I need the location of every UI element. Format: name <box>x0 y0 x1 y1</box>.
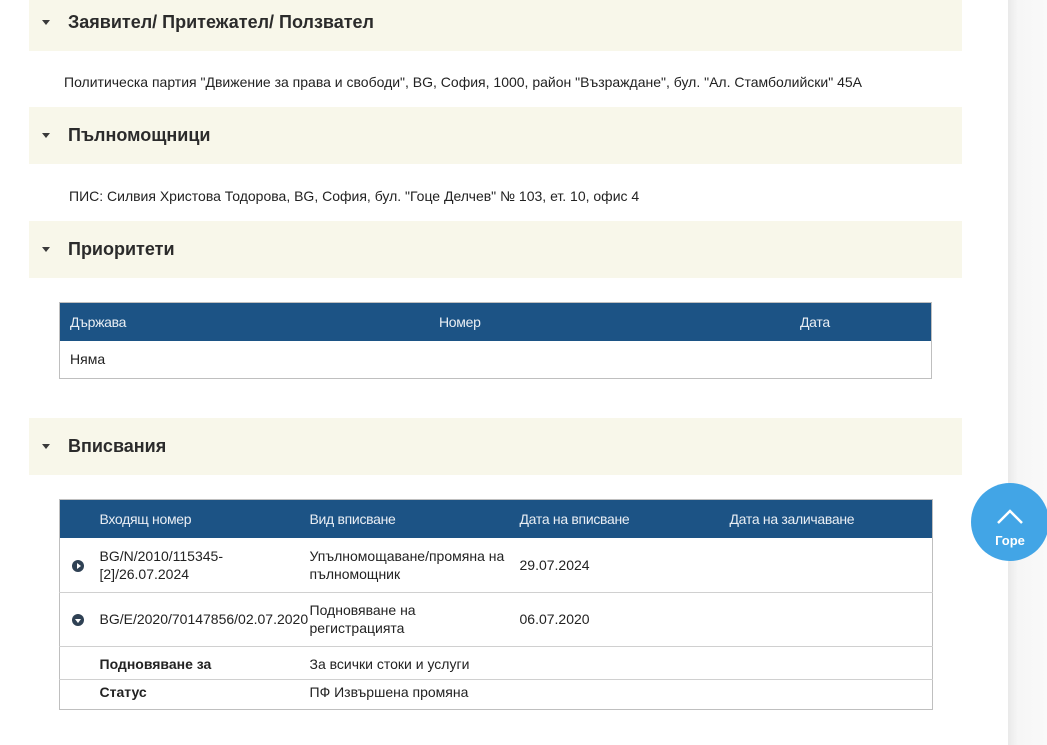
expand-toggle[interactable] <box>60 538 100 592</box>
entry-type-cell: Упълномощаване/промяна на пълномощник <box>310 538 520 592</box>
entry-date-cell: 29.07.2024 <box>519 556 590 573</box>
section-header-entries[interactable]: Вписвания <box>29 418 962 475</box>
section-title-applicant: Заявител/ Притежател/ Ползвател <box>68 12 374 32</box>
section-title-priorities: Приоритети <box>68 239 175 259</box>
applicant-text: Политическа партия "Движение за права и … <box>64 74 863 90</box>
entry-number-cell: BG/E/2020/70147856/02.07.2020 <box>100 592 310 646</box>
entry-number-line: [2]/26.07.2024 <box>99 565 190 582</box>
priorities-table-header: Държава Номер Дата <box>59 302 932 341</box>
priorities-table: Държава Номер Дата Няма <box>59 302 932 379</box>
back-to-top-label: Горе <box>995 533 1025 548</box>
col-header-entry-date[interactable]: Дата на вписване <box>519 499 730 538</box>
representatives-text: ПИС: Силвия Христова Тодорова, BG, София… <box>69 188 640 204</box>
back-to-top-button[interactable]: Горе <box>971 483 1047 561</box>
entry-deleted-cell <box>730 538 933 592</box>
entry-type-line: пълномощник <box>309 565 401 582</box>
entry-type-cell: Подновяване на регистрацията <box>310 592 520 646</box>
caret-down-icon <box>42 444 50 449</box>
detail-label: Подновяване за <box>99 655 212 672</box>
entry-type-line: Подновяване на <box>309 602 416 618</box>
section-title-entries: Вписвания <box>68 436 167 456</box>
caret-down-icon <box>42 133 50 138</box>
table-row[interactable]: BG/N/2010/115345- [2]/26.07.2024 Упълном… <box>59 538 933 592</box>
entry-number-line: BG/N/2010/115345- <box>99 547 224 564</box>
entries-table: Входящ номер Вид вписване Дата на вписва… <box>59 499 933 710</box>
entries-table-header: Входящ номер Вид вписване Дата на вписва… <box>59 499 933 538</box>
entry-type-line: Упълномощаване/промяна на <box>309 547 505 564</box>
detail-label: Статус <box>99 683 147 700</box>
expand-right-icon[interactable] <box>72 560 84 573</box>
entry-date-cell: 06.07.2020 <box>519 611 590 627</box>
section-header-priorities[interactable]: Приоритети <box>29 221 962 278</box>
expand-down-icon[interactable] <box>72 614 84 627</box>
col-header-expander <box>59 499 100 538</box>
table-row[interactable]: BG/E/2020/70147856/02.07.2020 Подновяван… <box>59 592 933 646</box>
col-header-incoming-number[interactable]: Входящ номер <box>99 499 310 538</box>
table-row: Няма <box>60 341 932 378</box>
section-header-representatives[interactable]: Пълномощници <box>29 107 962 164</box>
section-title-representatives: Пълномощници <box>68 125 211 145</box>
col-header-date[interactable]: Дата <box>800 302 932 341</box>
col-header-entry-type[interactable]: Вид вписване <box>309 499 520 538</box>
entry-number-cell: BG/N/2010/115345- [2]/26.07.2024 <box>100 538 310 592</box>
priorities-empty: Няма <box>70 351 106 368</box>
col-header-deletion-date[interactable]: Дата на заличаване <box>729 499 933 538</box>
entry-number-line: BG/E/2020/70147856/02.07.2020 <box>99 611 309 627</box>
detail-value: За всички стоки и услуги <box>309 655 470 672</box>
chevron-up-icon <box>997 509 1023 524</box>
main-content: Заявител/ Притежател/ Ползвател Политиче… <box>0 0 1008 745</box>
expand-toggle[interactable] <box>60 592 100 646</box>
scroll-gutter <box>1008 0 1047 745</box>
entry-type-line: регистрацията <box>309 620 405 636</box>
caret-down-icon <box>42 20 50 25</box>
caret-down-icon <box>42 247 50 252</box>
detail-row: Статус ПФ Извършена промяна <box>60 679 933 709</box>
entry-deleted-cell <box>730 592 933 646</box>
col-header-number[interactable]: Номер <box>439 302 800 341</box>
section-header-applicant[interactable]: Заявител/ Притежател/ Ползвател <box>29 0 962 51</box>
detail-row: Подновяване за За всички стоки и услуги <box>59 646 933 679</box>
detail-value: ПФ Извършена промяна <box>309 683 469 700</box>
col-header-country[interactable]: Държава <box>59 302 439 341</box>
